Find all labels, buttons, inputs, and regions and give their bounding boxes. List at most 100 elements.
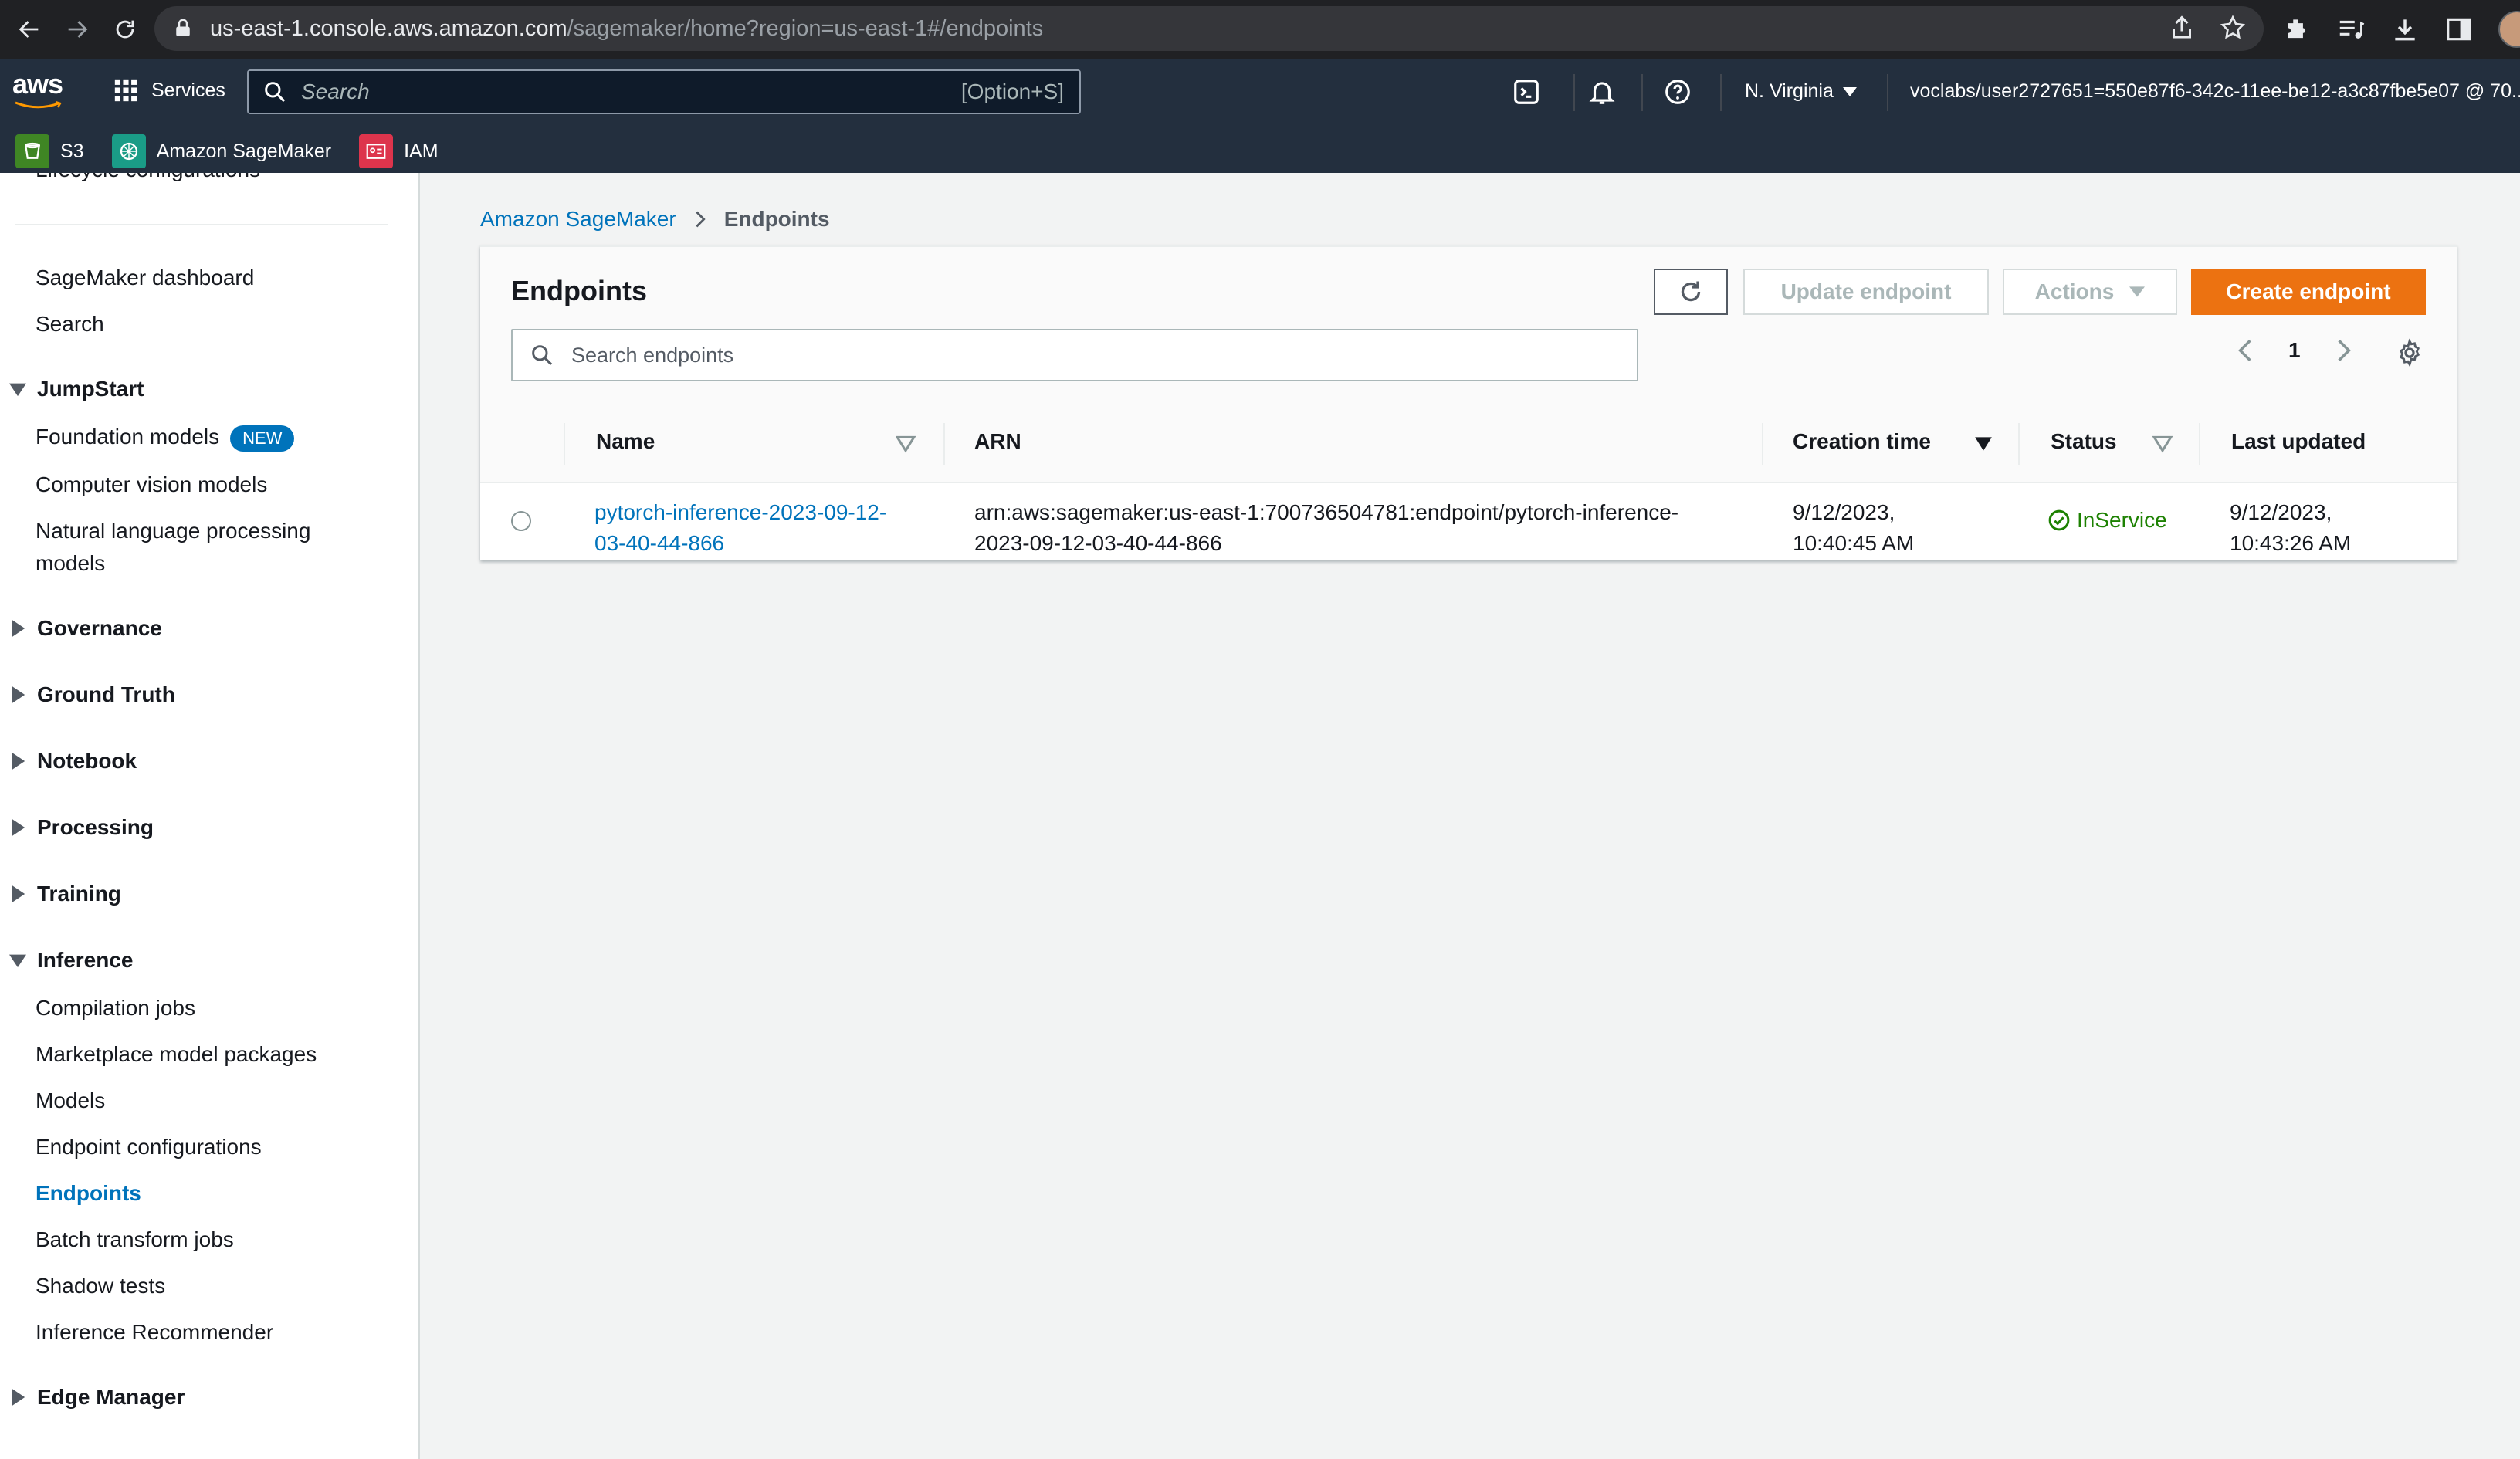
- search-endpoints-input[interactable]: [570, 342, 1577, 368]
- sidebar-section-ground-truth[interactable]: Ground Truth: [9, 682, 175, 707]
- nav-divider: [1720, 74, 1722, 111]
- sidebar-section-processing[interactable]: Processing: [9, 815, 154, 840]
- bookmark-star-icon[interactable]: [2219, 14, 2247, 42]
- s3-icon: [15, 134, 49, 168]
- endpoint-arn: arn:aws:sagemaker:us-east-1:700736504781…: [974, 500, 1679, 555]
- sidebar-item-lifecycle-configurations[interactable]: Lifecycle configurations: [36, 173, 260, 182]
- endpoint-last-updated: 9/12/2023, 10:43:26 AM: [2230, 500, 2352, 555]
- sidebar-item-endpoint-configurations[interactable]: Endpoint configurations: [36, 1135, 262, 1159]
- breadcrumb-sagemaker-link[interactable]: Amazon SageMaker: [480, 207, 676, 232]
- extensions-puzzle-icon[interactable]: [2282, 15, 2312, 44]
- panel-header: Endpoints Update endpoint Actions Create…: [480, 247, 2457, 408]
- table-header: Name ARN Creation time Status Last updat…: [480, 406, 2457, 483]
- breadcrumb-current: Endpoints: [723, 207, 830, 231]
- caret-right-icon: [12, 885, 25, 902]
- sidebar-section-training[interactable]: Training: [9, 882, 121, 906]
- sidebar-item-dashboard[interactable]: SageMaker dashboard: [36, 266, 254, 290]
- row-select-radio[interactable]: [511, 511, 531, 531]
- favorites-bar: S3 Amazon SageMaker IAM: [0, 130, 2520, 173]
- endpoint-status: InService: [2048, 505, 2167, 536]
- column-divider: [943, 423, 945, 465]
- sidebar-item-compilation-jobs[interactable]: Compilation jobs: [36, 996, 195, 1021]
- download-icon[interactable]: [2390, 15, 2420, 44]
- lock-icon: [176, 19, 190, 36]
- sidebar-item-search[interactable]: Search: [36, 312, 104, 337]
- sidebar-section-edge-manager[interactable]: Edge Manager: [9, 1385, 185, 1410]
- arrow-left-icon: [19, 21, 39, 38]
- favorite-sagemaker[interactable]: Amazon SageMaker: [111, 134, 331, 168]
- account-menu[interactable]: voclabs/user2727651=550e87f6-342c-11ee-b…: [1910, 80, 2520, 103]
- caret-right-icon: [12, 1389, 25, 1406]
- gear-icon[interactable]: [2395, 338, 2424, 367]
- reload-icon: [116, 20, 134, 39]
- sidebar-item-nlp-models[interactable]: Natural language processing models: [36, 519, 310, 576]
- column-header-name[interactable]: Name: [596, 429, 655, 454]
- notifications-bell-icon[interactable]: [1587, 77, 1617, 107]
- services-menu-button[interactable]: Services: [113, 77, 225, 103]
- page-title: Endpoints: [511, 275, 647, 306]
- column-divider: [2199, 423, 2200, 465]
- sidebar-item-computer-vision-models[interactable]: Computer vision models: [36, 472, 267, 497]
- column-header-arn: ARN: [974, 429, 1021, 453]
- sidebar-item-endpoints[interactable]: Endpoints: [36, 1181, 141, 1206]
- media-queue-icon[interactable]: [2336, 15, 2366, 44]
- services-label: Services: [151, 79, 225, 101]
- column-header-last-updated: Last updated: [2231, 429, 2366, 453]
- endpoint-name-link[interactable]: pytorch-inference-2023-09-12- 03-40-44-8…: [594, 497, 886, 559]
- chevron-right-icon: [696, 211, 706, 228]
- browser-profile-avatar[interactable]: [2498, 11, 2520, 48]
- nav-divider: [1573, 74, 1575, 111]
- back-button[interactable]: [11, 11, 48, 48]
- column-header-status[interactable]: Status: [2051, 429, 2117, 454]
- search-endpoints-field[interactable]: [511, 329, 1638, 381]
- share-icon[interactable]: [2168, 14, 2196, 42]
- url-text: us-east-1.console.aws.amazon.com/sagemak…: [210, 15, 1044, 41]
- aws-logo[interactable]: aws: [12, 68, 66, 114]
- aws-top-nav: aws Services Search [Option+S] N. Virgin…: [0, 59, 2520, 130]
- sidebar-item-foundation-models[interactable]: Foundation models NEW: [36, 425, 295, 452]
- sidebar-item-models[interactable]: Models: [36, 1088, 105, 1113]
- breadcrumb: Amazon SageMaker Endpoints: [480, 207, 830, 232]
- aws-search-input[interactable]: Search [Option+S]: [247, 69, 1081, 114]
- forward-button[interactable]: [59, 11, 96, 48]
- sort-caret-icon[interactable]: [2152, 434, 2173, 454]
- sidebar-item-shadow-tests[interactable]: Shadow tests: [36, 1274, 165, 1298]
- sidebar-section-jumpstart[interactable]: JumpStart: [9, 377, 144, 401]
- refresh-button[interactable]: [1654, 269, 1728, 315]
- aws-search-placeholder: Search: [301, 80, 370, 103]
- favorite-iam[interactable]: IAM: [359, 134, 439, 168]
- caret-down-icon: [2129, 286, 2146, 297]
- region-selector[interactable]: N. Virginia: [1745, 80, 1857, 103]
- side-panel-icon[interactable]: [2444, 15, 2474, 44]
- refresh-icon: [1681, 281, 1701, 302]
- endpoints-table-panel: Endpoints Update endpoint Actions Create…: [480, 245, 2457, 560]
- pagination: 1: [2233, 338, 2356, 363]
- sidebar-section-inference[interactable]: Inference: [9, 948, 134, 973]
- column-header-creation-time[interactable]: Creation time: [1793, 429, 1931, 454]
- help-icon[interactable]: [1663, 77, 1692, 107]
- sidebar-item-inference-recommender[interactable]: Inference Recommender: [36, 1320, 273, 1345]
- sort-descending-icon[interactable]: [1973, 434, 1993, 454]
- create-endpoint-button[interactable]: Create endpoint: [2191, 269, 2426, 315]
- caret-right-icon: [12, 686, 25, 703]
- chevron-left-icon[interactable]: [2233, 338, 2258, 363]
- address-bar[interactable]: us-east-1.console.aws.amazon.com/sagemak…: [154, 6, 2264, 51]
- sidebar-item-marketplace-model-packages[interactable]: Marketplace model packages: [36, 1042, 317, 1067]
- nav-divider: [1641, 74, 1643, 111]
- caret-down-icon: [9, 383, 26, 397]
- current-page-number[interactable]: 1: [2288, 338, 2301, 363]
- update-endpoint-button[interactable]: Update endpoint: [1743, 269, 1989, 315]
- chevron-right-icon[interactable]: [2332, 338, 2356, 363]
- column-divider: [564, 423, 565, 465]
- sort-caret-icon[interactable]: [896, 434, 916, 454]
- caret-right-icon: [12, 819, 25, 836]
- reload-button[interactable]: [107, 11, 144, 48]
- actions-dropdown[interactable]: Actions: [2003, 269, 2177, 315]
- sidebar-section-notebook[interactable]: Notebook: [9, 749, 137, 774]
- endpoint-creation-time: 9/12/2023, 10:40:45 AM: [1793, 500, 1915, 555]
- sidebar-item-batch-transform-jobs[interactable]: Batch transform jobs: [36, 1227, 234, 1252]
- sidebar-section-governance[interactable]: Governance: [9, 616, 162, 641]
- cloudshell-icon[interactable]: [1512, 77, 1541, 107]
- favorite-s3[interactable]: S3: [15, 134, 84, 168]
- sidebar-nav: Lifecycle configurations SageMaker dashb…: [0, 173, 420, 1459]
